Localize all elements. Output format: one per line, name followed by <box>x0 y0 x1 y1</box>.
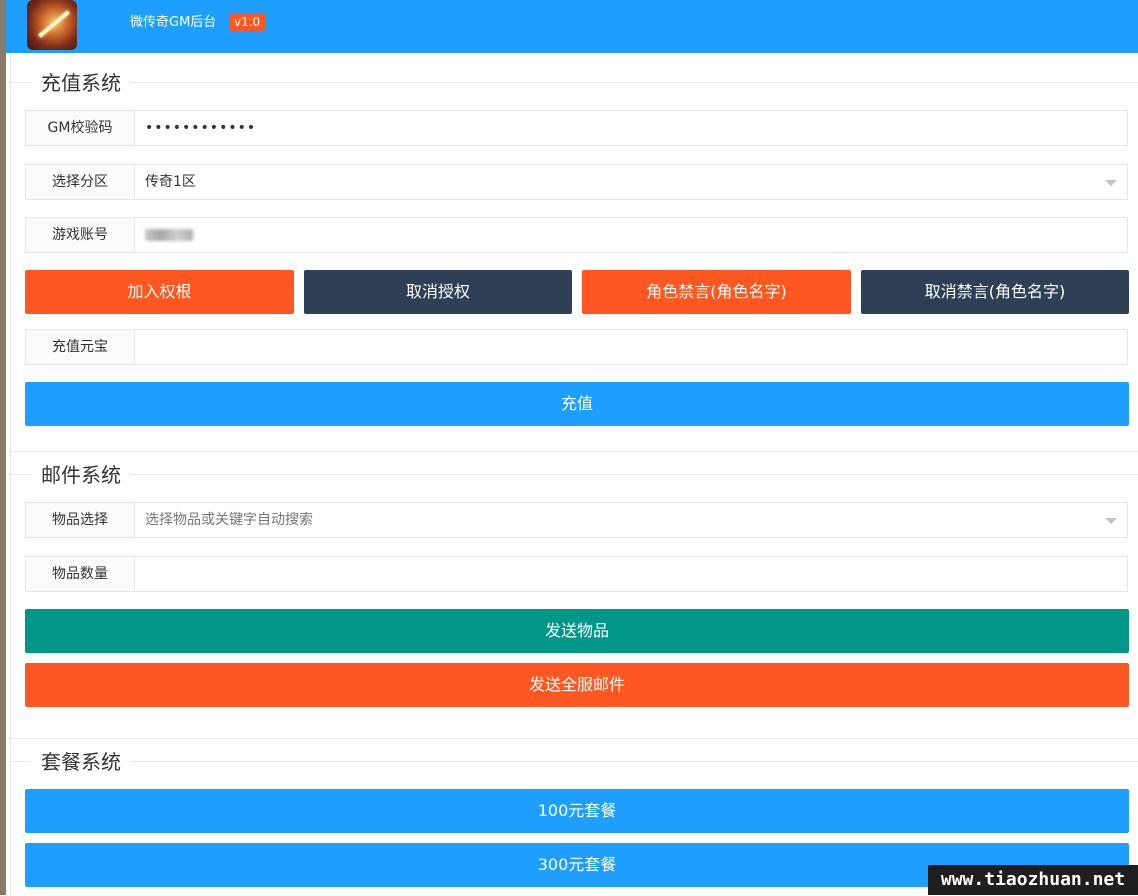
item-select[interactable]: 物品选择 选择物品或关键字自动搜索 <box>25 502 1128 538</box>
account-label: 游戏账号 <box>26 218 135 252</box>
chevron-down-icon[interactable] <box>1105 518 1117 524</box>
recharge-legend: 充值系统 <box>31 69 131 97</box>
revoke-permission-button[interactable]: 取消授权 <box>304 270 572 314</box>
version-badge: v1.0 <box>229 13 266 31</box>
yuanbao-field[interactable]: 充值元宝 <box>25 329 1128 365</box>
mail-legend: 邮件系统 <box>31 461 131 489</box>
package-legend: 套餐系统 <box>31 748 131 776</box>
top-header: 微传奇GM后台 v1.0 <box>6 0 1138 53</box>
item-search-input[interactable]: 选择物品或关键字自动搜索 <box>145 503 313 537</box>
zone-select[interactable]: 选择分区 传奇1区 <box>25 164 1128 200</box>
gm-code-field[interactable]: GM校验码 •••••••••••• <box>25 110 1128 146</box>
mail-section: 邮件系统 物品选择 选择物品或关键字自动搜索 物品数量 发送物品 发送全服邮件 <box>11 461 1138 739</box>
mute-role-button[interactable]: 角色禁言(角色名字) <box>582 270 851 314</box>
recharge-section: 充值系统 GM校验码 •••••••••••• 选择分区 传奇1区 游戏账号 加… <box>11 69 1138 452</box>
gm-code-input[interactable]: •••••••••••• <box>145 111 256 145</box>
app-title: 微传奇GM后台 <box>130 15 217 30</box>
quantity-field[interactable]: 物品数量 <box>25 556 1128 592</box>
recharge-button[interactable]: 充值 <box>25 382 1129 426</box>
gm-code-label: GM校验码 <box>26 111 135 145</box>
zone-label: 选择分区 <box>26 165 135 199</box>
left-edge-strip <box>0 0 6 895</box>
account-field[interactable]: 游戏账号 <box>25 217 1128 253</box>
send-server-mail-button[interactable]: 发送全服邮件 <box>25 663 1129 707</box>
main-panel: 充值系统 GM校验码 •••••••••••• 选择分区 传奇1区 游戏账号 加… <box>10 53 1138 895</box>
package-100-button[interactable]: 100元套餐 <box>25 789 1129 833</box>
game-logo-icon <box>27 0 77 50</box>
quantity-label: 物品数量 <box>26 557 135 591</box>
yuanbao-label: 充值元宝 <box>26 330 135 364</box>
grant-permission-button[interactable]: 加入权根 <box>25 270 294 314</box>
unmute-role-button[interactable]: 取消禁言(角色名字) <box>861 270 1129 314</box>
send-item-button[interactable]: 发送物品 <box>25 609 1129 653</box>
blurred-account-value <box>145 229 193 241</box>
account-input[interactable] <box>145 218 193 252</box>
item-label: 物品选择 <box>26 503 135 537</box>
chevron-down-icon[interactable] <box>1105 180 1117 186</box>
zone-selected-value[interactable]: 传奇1区 <box>145 165 196 199</box>
site-watermark: www.tiaozhuan.net <box>928 865 1138 895</box>
